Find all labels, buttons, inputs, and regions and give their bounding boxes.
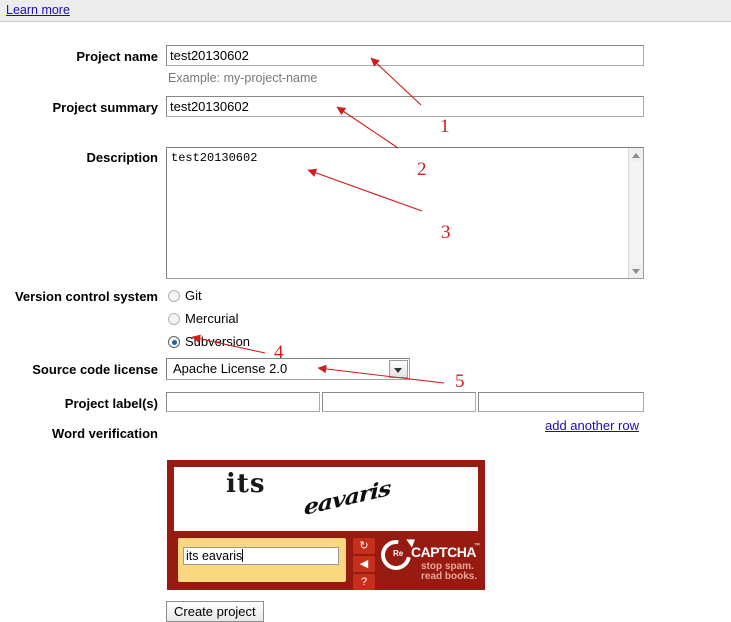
- captcha-word-1: its: [226, 469, 266, 499]
- description-textarea[interactable]: test20130602: [166, 147, 644, 279]
- project-summary-label: Project summary: [52, 100, 159, 115]
- help-icon[interactable]: ?: [353, 574, 375, 590]
- version-control-label: Version control system: [14, 289, 158, 304]
- captcha-input-text: its eavaris: [186, 549, 243, 563]
- project-name-label: Project name: [76, 49, 158, 64]
- source-license-select[interactable]: Apache License 2.0: [166, 358, 410, 380]
- captcha-input-surround: its eavaris: [178, 538, 346, 582]
- radio-option-mercurial[interactable]: Mercurial: [168, 310, 238, 327]
- audio-icon[interactable]: ◀: [353, 556, 375, 572]
- source-license-value: Apache License 2.0: [173, 361, 288, 376]
- radio-option-git[interactable]: Git: [168, 287, 202, 304]
- scroll-up-icon[interactable]: [629, 148, 643, 162]
- project-name-hint: Example: my-project-name: [168, 71, 318, 85]
- captcha-input[interactable]: its eavaris: [183, 547, 339, 565]
- create-project-form: Project name Example: my-project-name Pr…: [0, 23, 731, 622]
- project-label-input-2[interactable]: [322, 392, 476, 412]
- word-verification-label: Word verification: [52, 426, 158, 441]
- recaptcha-widget[interactable]: its eavaris its eavaris ↻ ◀ ? Re CAPTCHA…: [167, 460, 485, 590]
- recaptcha-trademark: ™: [474, 543, 480, 549]
- project-label-input-3[interactable]: [478, 392, 644, 412]
- radio-git-icon[interactable]: [168, 290, 180, 302]
- source-license-label: Source code license: [32, 362, 158, 377]
- recaptcha-brand-word: CAPTCHA: [411, 544, 476, 560]
- recaptcha-logo: Re CAPTCHA ™ stop spam. read books.: [375, 534, 481, 584]
- radio-option-subversion[interactable]: Subversion: [168, 333, 250, 350]
- recaptcha-tagline-2: read books.: [421, 571, 478, 582]
- description-label: Description: [86, 150, 158, 165]
- radio-git-label: Git: [185, 288, 202, 303]
- top-bar: Learn more: [0, 0, 731, 22]
- captcha-challenge-image: its eavaris: [174, 467, 478, 531]
- add-another-row-link[interactable]: add another row: [545, 418, 639, 433]
- project-name-input[interactable]: [166, 45, 644, 66]
- radio-mercurial-icon[interactable]: [168, 313, 180, 325]
- project-summary-input[interactable]: [166, 96, 644, 117]
- refresh-icon[interactable]: ↻: [353, 538, 375, 554]
- radio-mercurial-label: Mercurial: [185, 311, 239, 326]
- recaptcha-brand-re: Re: [393, 549, 404, 558]
- description-scrollbar[interactable]: [628, 148, 643, 278]
- radio-subversion-label: Subversion: [185, 334, 251, 349]
- learn-more-link[interactable]: Learn more: [6, 3, 70, 17]
- radio-subversion-icon[interactable]: [168, 336, 180, 348]
- description-text: test20130602: [171, 151, 258, 165]
- project-label-input-1[interactable]: [166, 392, 320, 412]
- chevron-down-icon[interactable]: [389, 360, 408, 378]
- captcha-word-2: eavaris: [303, 474, 391, 521]
- project-labels-label: Project label(s): [64, 396, 158, 411]
- scroll-down-icon[interactable]: [629, 264, 643, 278]
